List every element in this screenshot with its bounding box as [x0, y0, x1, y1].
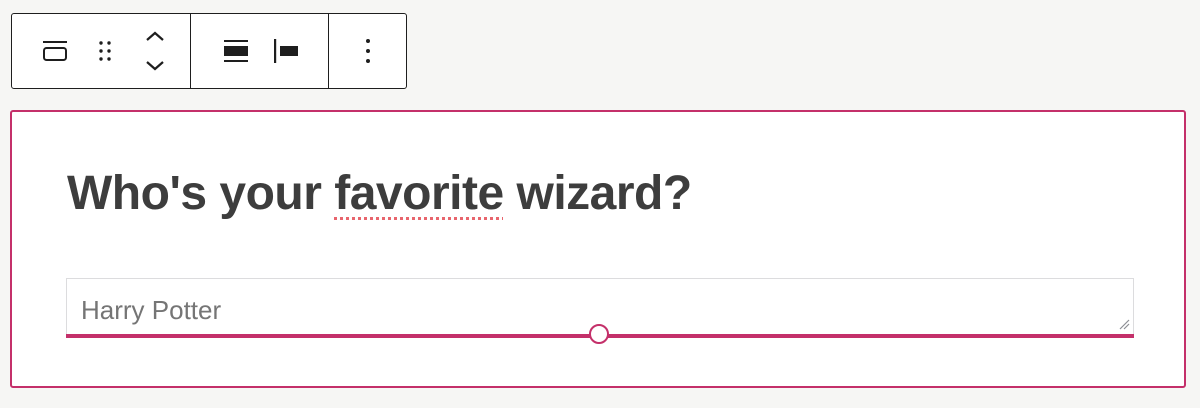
- toolbar-group-alignment: [190, 14, 328, 88]
- block-type-button[interactable]: [30, 27, 80, 75]
- question-block[interactable]: Who's your favorite wizard? Harry Potter: [10, 110, 1186, 388]
- resize-grip-icon[interactable]: [1118, 318, 1130, 330]
- misspelled-word: favorite: [334, 167, 504, 220]
- align-center-icon: [224, 40, 248, 62]
- more-options-icon: [365, 39, 370, 63]
- block-toolbar: [11, 13, 407, 89]
- question-text-start: Who's your: [67, 167, 335, 220]
- question-text-end: wizard?: [503, 167, 692, 220]
- toolbar-group-options: [328, 14, 406, 88]
- more-options-button[interactable]: [344, 27, 392, 75]
- toolbar-group-block-controls: [12, 14, 190, 88]
- move-up-down-icon: [146, 31, 164, 71]
- drag-handle-button[interactable]: [80, 27, 130, 75]
- question-heading[interactable]: Who's your favorite wizard?: [67, 166, 692, 221]
- block-type-icon: [43, 41, 67, 61]
- justify-button[interactable]: [261, 27, 311, 75]
- align-button[interactable]: [211, 27, 261, 75]
- move-up-down-button[interactable]: [130, 27, 180, 75]
- answer-field-container: Harry Potter: [66, 278, 1134, 344]
- justify-left-icon: [274, 39, 298, 63]
- drag-handle-icon: [99, 41, 111, 61]
- height-resize-handle[interactable]: [589, 324, 609, 344]
